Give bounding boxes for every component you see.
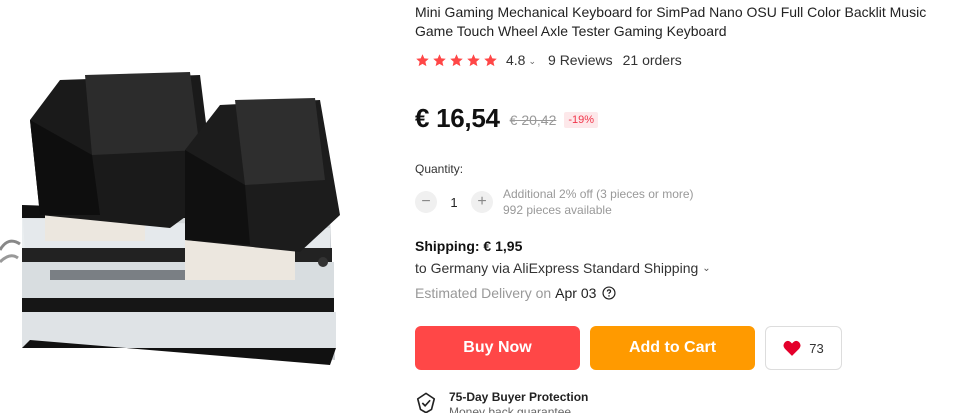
quantity-minus-button[interactable]: − — [415, 191, 437, 213]
shipping-cost: Shipping: € 1,95 — [415, 238, 523, 254]
delivery-label: Estimated Delivery on — [415, 285, 552, 301]
estimated-delivery: Estimated Delivery on Apr 03 — [415, 285, 616, 301]
action-buttons: Buy Now Add to Cart 73 — [415, 326, 842, 370]
rating-value[interactable]: 4.8 — [506, 52, 525, 68]
price-row: € 16,54 € 20,42 -19% — [415, 101, 599, 135]
original-price: € 20,42 — [509, 111, 557, 128]
add-to-cart-button[interactable]: Add to Cart — [590, 326, 755, 370]
star-icon — [450, 53, 463, 66]
wishlist-count: 73 — [809, 340, 824, 356]
heart-icon — [783, 340, 801, 356]
help-icon[interactable] — [602, 286, 616, 300]
discount-badge: -19% — [564, 111, 599, 128]
buyer-protection: 75-Day Buyer Protection Money back guara… — [415, 390, 588, 413]
product-image[interactable] — [0, 0, 400, 413]
star-icon — [484, 53, 497, 66]
shipping-destination[interactable]: to Germany via AliExpress Standard Shipp… — [415, 260, 698, 276]
protection-subtitle: Money back guarantee — [449, 405, 572, 413]
star-icon — [416, 53, 429, 66]
shipping-method-selector[interactable]: to Germany via AliExpress Standard Shipp… — [415, 260, 711, 276]
delivery-date: Apr 03 — [555, 285, 597, 301]
product-title: Mini Gaming Mechanical Keyboard for SimP… — [415, 4, 927, 39]
quantity-stepper: − 1 + — [415, 191, 493, 213]
quantity-notes: Additional 2% off (3 pieces or more) 992… — [503, 186, 694, 218]
quantity-plus-button[interactable]: + — [471, 191, 493, 213]
rating-stars — [415, 53, 498, 68]
keyboard-product-image — [0, 72, 340, 365]
quantity-input[interactable]: 1 — [437, 195, 471, 210]
quantity-label: Quantity: — [415, 162, 464, 176]
current-price: € 16,54 — [415, 102, 500, 133]
chevron-down-icon[interactable]: ⌄ — [528, 56, 536, 67]
wishlist-button[interactable]: 73 — [765, 326, 842, 370]
rating-row: 4.8 ⌄ 9 Reviews 21 orders — [415, 52, 682, 68]
chevron-down-icon[interactable]: ⌄ — [702, 263, 710, 274]
shield-check-icon — [416, 392, 436, 413]
bulk-discount-note: Additional 2% off (3 pieces or more) — [503, 187, 694, 201]
star-icon — [433, 53, 446, 66]
protection-title: 75-Day Buyer Protection — [449, 390, 589, 404]
reviews-link[interactable]: 9 Reviews — [548, 52, 613, 68]
buy-now-button[interactable]: Buy Now — [415, 326, 580, 370]
stock-available: 992 pieces available — [503, 203, 612, 217]
orders-count: 21 orders — [622, 52, 682, 68]
star-icon — [467, 53, 480, 66]
